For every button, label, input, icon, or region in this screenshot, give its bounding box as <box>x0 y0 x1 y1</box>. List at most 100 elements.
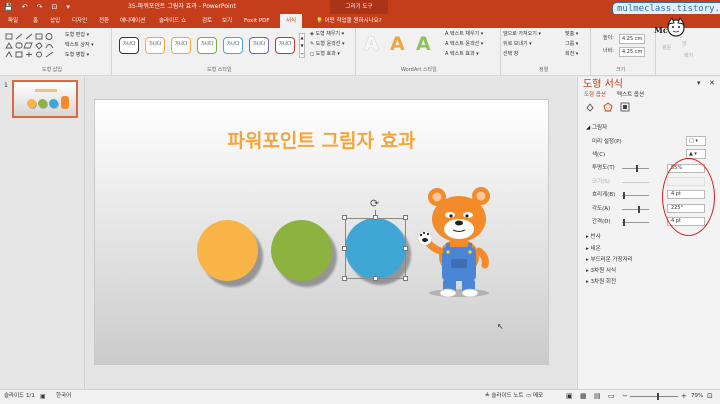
resize-handle[interactable] <box>373 276 378 281</box>
text-fill-button[interactable]: A 텍스트 채우기 ▾ <box>445 30 483 38</box>
tab-design[interactable]: 디자인 <box>72 14 87 28</box>
edit-shape-button[interactable]: 도형 편집 ▾ <box>65 31 89 39</box>
normal-view-icon[interactable]: ▣ <box>566 390 573 403</box>
tab-shape-options[interactable]: 도형 옵션 <box>584 91 606 99</box>
customize-qat-icon[interactable]: ▾ <box>66 2 70 12</box>
distance-slider-thumb[interactable] <box>623 219 625 226</box>
tab-home[interactable]: 홈 <box>33 14 38 28</box>
preset-dropdown[interactable]: □ ▾ <box>686 136 706 146</box>
size-slider[interactable] <box>622 182 649 183</box>
zoom-slider[interactable] <box>630 396 678 397</box>
status-language[interactable]: 한국어 <box>56 390 71 403</box>
pane-close-icon[interactable]: ✕ <box>709 79 715 87</box>
tab-insert[interactable]: 삽입 <box>50 14 60 28</box>
selection-pane-button[interactable]: 선택 창 <box>503 50 518 58</box>
distance-slider[interactable] <box>622 222 649 223</box>
shape-outline-button[interactable]: ✎ 도형 윤곽선 ▾ <box>310 40 344 48</box>
ribbon-extra-2[interactable]: 앙 <box>682 40 687 48</box>
shape-style-swatch[interactable]: 가나다 <box>119 37 139 54</box>
section-shadow-header[interactable]: ◢ 그림자 <box>586 124 607 132</box>
section-3d-rotation[interactable]: ▸ 3차원 회전 <box>586 278 616 286</box>
pane-options-icon[interactable]: ▾ <box>697 79 701 87</box>
slideshow-icon[interactable]: ⊡ <box>51 2 57 12</box>
save-icon[interactable]: 💾 <box>4 2 13 12</box>
shape-style-swatch[interactable]: 가나다 <box>171 37 191 54</box>
fill-line-icon[interactable] <box>586 103 595 112</box>
redo-icon[interactable]: ↷ <box>37 2 43 12</box>
transparency-slider-thumb[interactable] <box>636 165 638 172</box>
tab-review[interactable]: 검토 <box>202 14 212 28</box>
rotate-handle-icon[interactable]: ⟳ <box>370 198 379 210</box>
zoom-in-icon[interactable]: + <box>681 390 687 403</box>
group-button[interactable]: 그룹 ▾ <box>565 40 578 48</box>
resize-handle[interactable] <box>403 215 408 220</box>
tab-view[interactable]: 보기 <box>222 14 232 28</box>
notes-button[interactable]: ≜ 슬라이드 노트 <box>485 390 523 403</box>
merge-shapes-button[interactable]: 도형 병합 ▾ <box>65 51 89 59</box>
resize-handle[interactable] <box>403 246 408 251</box>
text-outline-button[interactable]: A 텍스트 윤곽선 ▾ <box>445 40 483 48</box>
width-input[interactable]: 4.25 cm <box>619 47 646 57</box>
spellcheck-icon[interactable]: ▣ <box>40 390 46 403</box>
undo-icon[interactable]: ↶ <box>22 2 28 12</box>
shape-style-swatch[interactable]: 가나다 <box>223 37 243 54</box>
reading-view-icon[interactable]: ▤ <box>594 390 601 403</box>
tab-animations[interactable]: 애니메이션 <box>120 14 145 28</box>
slide-thumbnail[interactable] <box>12 80 78 118</box>
height-input[interactable]: 4.25 cm <box>619 34 646 44</box>
text-effects-button[interactable]: A 텍스트 효과 ▾ <box>445 50 479 58</box>
resize-handle[interactable] <box>342 276 347 281</box>
slideshow-view-icon[interactable]: ▭ <box>608 390 615 403</box>
shape-style-swatch[interactable]: 가나다 <box>145 37 165 54</box>
reflection-label: 반사 <box>590 234 601 240</box>
wordart-style-green[interactable]: A <box>416 33 431 55</box>
shape-fill-button[interactable]: ◈ 도형 채우기 ▾ <box>310 30 344 38</box>
resize-handle[interactable] <box>342 215 347 220</box>
comments-button[interactable]: ▭ 메모 <box>526 390 543 403</box>
angle-slider-thumb[interactable] <box>638 206 640 213</box>
shape-gallery-icon[interactable] <box>4 32 60 60</box>
zoom-out-icon[interactable]: − <box>622 390 628 403</box>
size-properties-icon[interactable] <box>620 102 630 112</box>
shape-style-swatch[interactable]: 가나다 <box>197 37 217 54</box>
section-soft-edges[interactable]: ▸ 부드러운 가장자리 <box>586 256 633 264</box>
bring-forward-button[interactable]: 앞으로 가져오기 ▾ <box>503 30 541 38</box>
tab-format[interactable]: 서식 <box>280 14 303 28</box>
fit-to-window-icon[interactable]: ⊡ <box>707 390 713 403</box>
zoom-slider-thumb[interactable] <box>657 393 659 400</box>
tab-text-options[interactable]: 텍스트 옵션 <box>617 91 644 99</box>
blur-slider-thumb[interactable] <box>623 192 625 199</box>
tab-file[interactable]: 파일 <box>8 14 18 28</box>
section-reflection[interactable]: ▸ 반사 <box>586 233 601 241</box>
align-button[interactable]: 맞춤 ▾ <box>565 30 578 38</box>
gallery-scroll[interactable]: ▲ ▼ ≡ <box>299 33 305 58</box>
resize-handle[interactable] <box>342 246 347 251</box>
zoom-level[interactable]: 79% <box>691 390 703 403</box>
tab-foxit-pdf[interactable]: Foxit PDF <box>244 14 270 28</box>
section-3d-format[interactable]: ▸ 3차원 서식 <box>586 267 616 275</box>
tab-transitions[interactable]: 전환 <box>99 14 109 28</box>
ribbon-extra-3[interactable]: 배기 <box>684 52 693 60</box>
tell-me-search[interactable]: 💡 어떤 작업을 원하시나요? <box>316 14 382 28</box>
resize-handle[interactable] <box>403 276 408 281</box>
tell-me-text: 어떤 작업을 원하시나요? <box>324 18 382 24</box>
send-backward-button[interactable]: 뒤로 보내기 ▾ <box>503 40 532 48</box>
tab-slideshow[interactable]: 슬라이드 쇼 <box>159 14 186 28</box>
group-label-insert-shapes: 도형 삽입 <box>42 67 62 73</box>
shape-style-swatch[interactable]: 가나다 <box>249 37 269 54</box>
slide-title[interactable]: 파워포인트 그림자 효과 <box>94 128 549 154</box>
text-box-button[interactable]: 텍스트 상자 ▾ <box>65 41 94 49</box>
wordart-style-white[interactable]: A <box>364 33 379 55</box>
blur-slider[interactable] <box>622 195 649 196</box>
rotate-button[interactable]: 회전 ▾ <box>565 50 578 58</box>
ribbon-extra-1[interactable]: 광운 <box>662 44 671 52</box>
angle-slider[interactable] <box>622 209 649 210</box>
circle-green[interactable] <box>271 220 332 281</box>
section-glow[interactable]: ▸ 네온 <box>586 245 601 253</box>
slide-sorter-icon[interactable]: ▦ <box>580 390 587 403</box>
shape-effects-button[interactable]: ◻ 도형 효과 ▾ <box>310 50 340 58</box>
effects-pentagon-icon[interactable] <box>603 102 613 112</box>
circle-orange[interactable] <box>197 220 258 281</box>
shape-style-swatch[interactable]: 가나다 <box>275 37 295 54</box>
wordart-style-orange[interactable]: A <box>390 33 405 55</box>
